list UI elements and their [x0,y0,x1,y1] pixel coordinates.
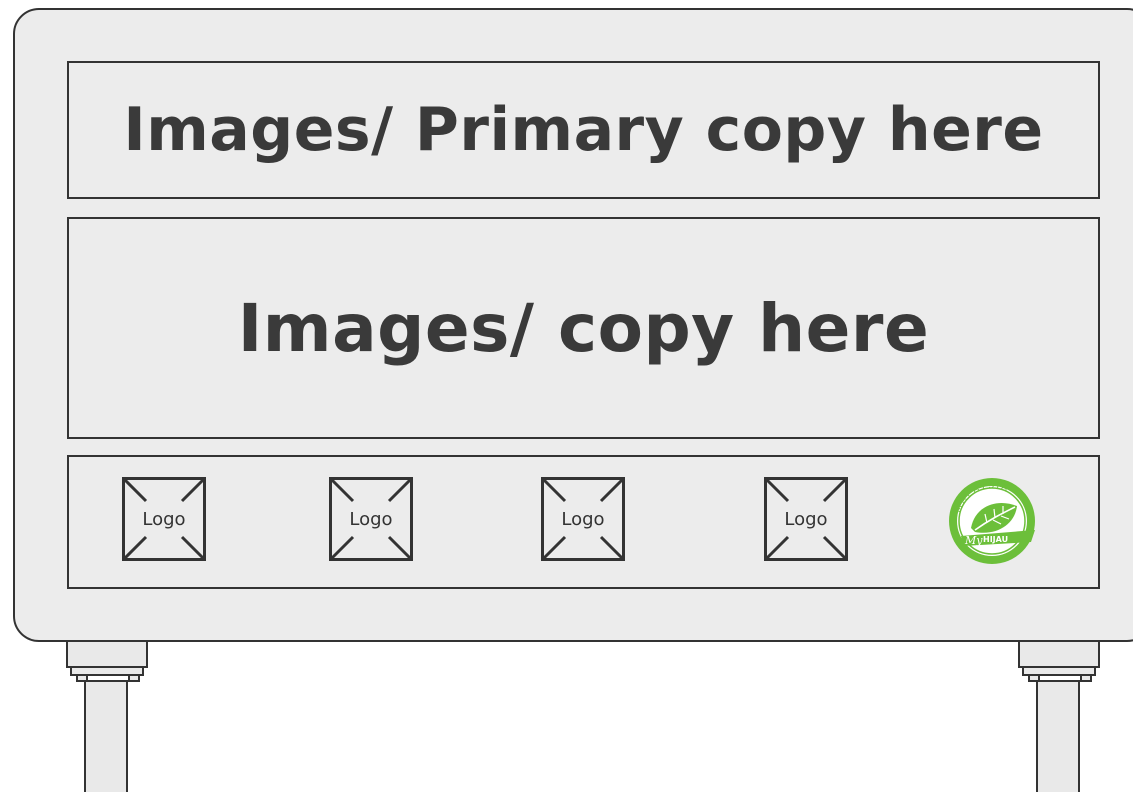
logo-placeholder-1: Logo [122,477,206,561]
right-post [1014,640,1106,792]
logo-placeholder-4: Logo [764,477,848,561]
myhijau-seal-icon: MALAYSIA My HIJAU [949,478,1035,564]
logo-label: Logo [142,509,186,530]
svg-text:HIJAU: HIJAU [983,535,1008,544]
left-post-pole [84,680,128,792]
left-post-cap [66,640,148,668]
signboard-diagram: Images/ Primary copy here Images/ copy h… [0,0,1133,792]
secondary-copy-text: Images/ copy here [237,289,930,367]
primary-copy-text: Images/ Primary copy here [123,95,1044,165]
left-post [62,640,154,792]
primary-copy-panel: Images/ Primary copy here [67,61,1100,199]
right-post-pole [1036,680,1080,792]
logo-label: Logo [349,509,393,530]
logo-placeholder-2: Logo [329,477,413,561]
right-post-bolt-right [1080,674,1092,682]
logo-placeholder-3: Logo [541,477,625,561]
right-post-cap [1018,640,1100,668]
left-post-bolt-right [128,674,140,682]
logo-label: Logo [784,509,828,530]
logo-label: Logo [561,509,605,530]
secondary-copy-panel: Images/ copy here [67,217,1100,439]
myhijau-seal: MALAYSIA My HIJAU [945,476,1039,566]
svg-text:My: My [964,534,983,547]
